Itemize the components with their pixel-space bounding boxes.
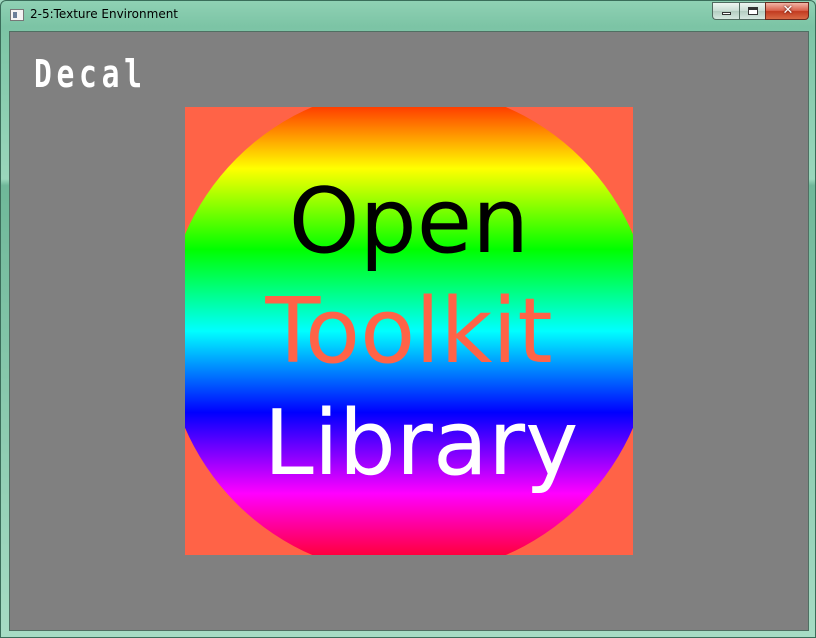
render-viewport[interactable]: Decal Open Toolkit Library	[9, 31, 809, 631]
close-button[interactable]: ✕	[765, 2, 809, 20]
title-bar[interactable]: 2-5:Texture Environment ✕	[1, 1, 815, 29]
textured-quad: Open Toolkit Library	[185, 107, 633, 555]
maximize-icon	[748, 7, 758, 15]
minimize-button[interactable]	[712, 2, 739, 20]
app-window: 2-5:Texture Environment ✕ Decal Open Too…	[0, 0, 816, 638]
maximize-button[interactable]	[739, 2, 765, 20]
close-icon: ✕	[782, 3, 794, 18]
texture-text-library: Library	[263, 391, 579, 496]
window-title: 2-5:Texture Environment	[30, 7, 179, 21]
texture-text-open: Open	[288, 169, 530, 274]
texture-mode-label: Decal	[34, 52, 147, 96]
app-window-icon[interactable]	[10, 9, 24, 21]
window-controls: ✕	[712, 2, 809, 21]
minimize-icon	[722, 12, 731, 15]
texture-text-toolkit: Toolkit	[265, 279, 553, 384]
